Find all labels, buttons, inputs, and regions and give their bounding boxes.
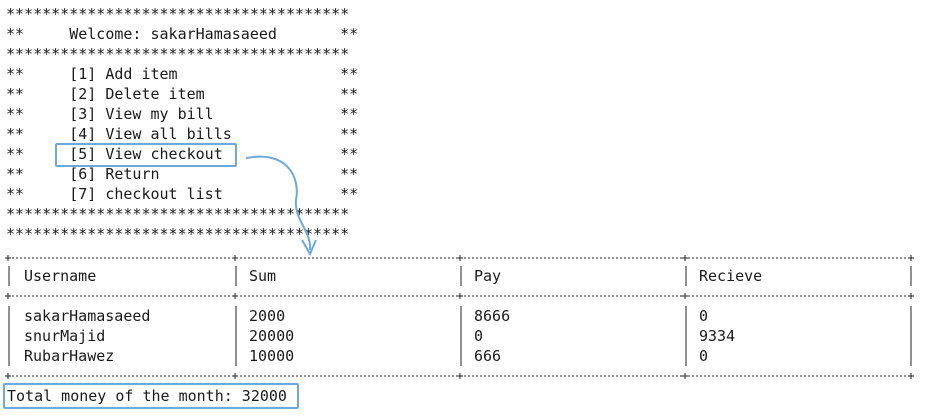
cell-sum: 10000 [249,347,295,365]
table-frame [5,155,914,379]
cell-recieve: 9334 [699,327,736,345]
cell-pay: 0 [474,327,484,345]
cell-pay: 8666 [474,307,511,325]
curved-arrow-icon [245,155,312,251]
cell-sum: 2000 [249,307,286,325]
cell-username: sakarHamasaeed [24,307,151,325]
col-header-sum: Sum [249,267,277,285]
cell-username: snurMajid [24,327,106,345]
cell-sum: 20000 [249,327,295,345]
cell-recieve: 0 [699,347,709,365]
col-header-username: Username [24,267,97,285]
col-header-recieve: Recieve [699,267,763,285]
highlight-total [3,383,299,409]
cell-username: RubarHawez [24,347,115,365]
cell-recieve: 0 [699,307,709,325]
col-header-pay: Pay [474,267,502,285]
cell-pay: 666 [474,347,502,365]
